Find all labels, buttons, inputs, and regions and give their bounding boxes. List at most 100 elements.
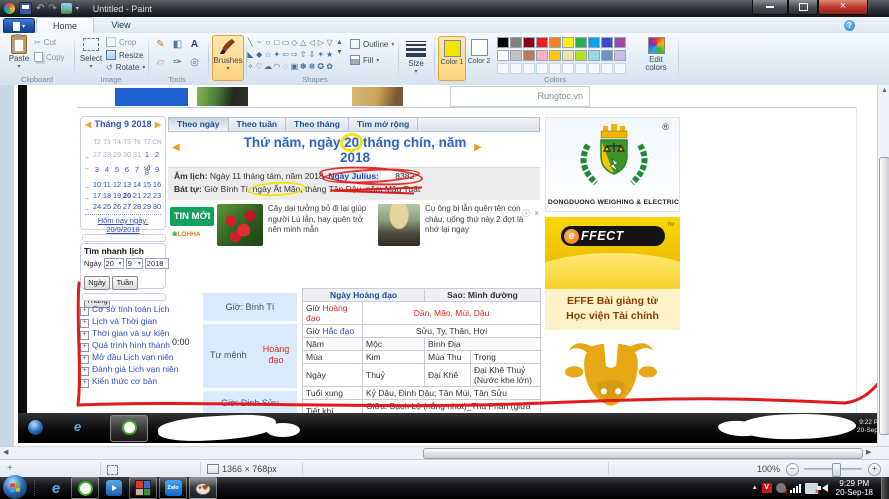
- quick-search-button[interactable]: Tuần: [112, 276, 138, 290]
- calendar-day[interactable]: 4: [102, 160, 112, 179]
- shape-icon[interactable]: ✪: [316, 61, 325, 73]
- heading-prev-icon[interactable]: ◀: [172, 142, 180, 153]
- palette-swatch-empty[interactable]: [588, 63, 600, 74]
- taskbar-ie-icon[interactable]: e: [43, 478, 69, 498]
- calendar-day[interactable]: 11: [102, 179, 112, 190]
- shape-icon[interactable]: ◠: [272, 61, 281, 73]
- size-button[interactable]: Size ▾: [402, 35, 430, 75]
- calendar-day[interactable]: 15: [142, 179, 152, 190]
- palette-swatch-empty[interactable]: [575, 63, 587, 74]
- calendar-day[interactable]: số8: [142, 160, 152, 177]
- calendar-day[interactable]: 24: [92, 201, 102, 212]
- fill-tool[interactable]: ◧: [170, 37, 185, 52]
- expand-icon[interactable]: +: [80, 379, 89, 388]
- calendar-day[interactable]: 28: [132, 201, 142, 212]
- calendar-day[interactable]: 18: [102, 190, 112, 201]
- palette-swatch[interactable]: [614, 50, 626, 61]
- tab-view[interactable]: View: [96, 17, 146, 33]
- palette-swatch-empty[interactable]: [536, 63, 548, 74]
- palette-swatch[interactable]: [588, 37, 600, 48]
- pencil-tool[interactable]: ✎: [153, 37, 168, 52]
- shapes-scroll[interactable]: ▲▼: [336, 38, 345, 58]
- paint-menu-button[interactable]: ▾: [3, 18, 35, 34]
- taskbar-zalo-button[interactable]: Zalo: [159, 477, 187, 499]
- shape-icon[interactable]: ○: [264, 37, 273, 49]
- calendar-day[interactable]: 5: [112, 160, 122, 179]
- week-arrow-icon[interactable]: →: [83, 163, 92, 174]
- crop-button[interactable]: Crop: [106, 37, 136, 47]
- shape-icon[interactable]: ⇧: [299, 49, 308, 61]
- effect-ad[interactable]: e FFECT TM EFFE Bài giảng từ Học viện Tà…: [545, 217, 680, 330]
- news-text[interactable]: Cụ ông bị lẫn quên tên con cháu, uống th…: [425, 204, 525, 246]
- content-tab[interactable]: Theo ngày: [169, 118, 229, 131]
- calendar-day[interactable]: 30: [122, 149, 132, 160]
- tray-network-icon[interactable]: ×: [805, 483, 818, 494]
- tray-antivirus-icon[interactable]: V: [762, 483, 772, 493]
- content-tab[interactable]: Theo tuần: [229, 118, 287, 131]
- palette-swatch[interactable]: [549, 50, 561, 61]
- calendar-day[interactable]: 19: [112, 190, 122, 201]
- palette-swatch-empty[interactable]: [510, 63, 522, 74]
- tray-alert-icon[interactable]: ×: [776, 483, 786, 493]
- outline-button[interactable]: Outline▾: [350, 39, 394, 49]
- copy-button[interactable]: Copy: [34, 52, 65, 62]
- shape-icon[interactable]: ⇩: [308, 49, 317, 61]
- day-select[interactable]: 20▾: [104, 258, 124, 269]
- color2-button[interactable]: Color 2: [466, 36, 492, 79]
- adchoices-icon[interactable]: ⓘ: [522, 209, 530, 218]
- zoom-slider[interactable]: [804, 468, 862, 470]
- calendar-day[interactable]: 10: [92, 179, 102, 190]
- dongduong-logo-box[interactable]: ® DONGDUONG WEIGHING & ELECTRIC: [545, 117, 680, 212]
- show-desktop-button[interactable]: [881, 477, 889, 499]
- shape-icon[interactable]: ✶: [316, 49, 325, 61]
- calendar-day[interactable]: 23: [152, 190, 162, 201]
- shape-icon[interactable]: ☆: [264, 49, 273, 61]
- sidebar-link[interactable]: +Quá trình hình thành: [80, 338, 180, 350]
- shape-icon[interactable]: ♡: [255, 61, 264, 73]
- palette-swatch-empty[interactable]: [549, 63, 561, 74]
- calendar-day[interactable]: 30: [152, 201, 162, 212]
- month-select[interactable]: 9▾: [126, 258, 143, 269]
- eraser-tool[interactable]: ▱: [153, 55, 168, 70]
- palette-swatch[interactable]: [601, 37, 613, 48]
- palette-swatch[interactable]: [536, 37, 548, 48]
- fill-button[interactable]: Fill▾: [350, 55, 379, 65]
- taskbar-coccoc-button[interactable]: [71, 477, 99, 499]
- sidebar-link[interactable]: +Cơ sở tính toán Lịch: [80, 302, 180, 314]
- calendar-day[interactable]: 9: [152, 160, 162, 179]
- palette-swatch[interactable]: [562, 50, 574, 61]
- calendar-day[interactable]: 2: [152, 149, 162, 160]
- minimize-button[interactable]: [752, 0, 788, 15]
- shape-icon[interactable]: ~: [255, 37, 264, 49]
- calendar-day[interactable]: 29: [112, 149, 122, 160]
- week-arrow-icon[interactable]: →: [83, 204, 92, 215]
- qat-customize-icon[interactable]: ▾: [76, 5, 79, 12]
- tray-volume-icon[interactable]: [822, 484, 828, 492]
- zoom-slider-thumb[interactable]: [832, 463, 841, 477]
- palette-swatch[interactable]: [614, 37, 626, 48]
- redo-icon[interactable]: ↷: [48, 4, 56, 14]
- shape-icon[interactable]: △: [299, 37, 308, 49]
- rungtoc-label[interactable]: Rungtoc.vn: [537, 87, 583, 106]
- taskbar-media-player-icon[interactable]: [101, 478, 127, 498]
- news-text[interactable]: Cây dại tưởng bỏ đi lại giúp người Lú lẫ…: [268, 204, 368, 246]
- sidebar-link[interactable]: +Lịch và Thời gian: [80, 314, 180, 326]
- calendar-day[interactable]: 6: [122, 160, 132, 179]
- horizontal-scroll-thumb[interactable]: [423, 448, 863, 459]
- palette-swatch-empty[interactable]: [523, 63, 535, 74]
- taskbar-unikey-button[interactable]: [129, 477, 157, 499]
- resize-button[interactable]: Resize: [106, 50, 143, 60]
- calendar-day[interactable]: 25: [102, 201, 112, 212]
- palette-swatch[interactable]: [497, 37, 509, 48]
- shape-icon[interactable]: ⇨: [290, 49, 299, 61]
- calendar-day[interactable]: 13: [122, 179, 132, 190]
- shape-icon[interactable]: ◆: [255, 49, 264, 61]
- palette-swatch-empty[interactable]: [614, 63, 626, 74]
- shape-icon[interactable]: ◇: [290, 37, 299, 49]
- tray-clock[interactable]: 9:29 PM 20-Sep-18: [836, 479, 873, 497]
- shape-icon[interactable]: ▷: [316, 37, 325, 49]
- calendar-day[interactable]: 20: [122, 190, 132, 201]
- shape-icon[interactable]: ✿: [325, 61, 334, 73]
- brushes-button[interactable]: Brushes ▾: [212, 35, 244, 81]
- palette-swatch[interactable]: [497, 50, 509, 61]
